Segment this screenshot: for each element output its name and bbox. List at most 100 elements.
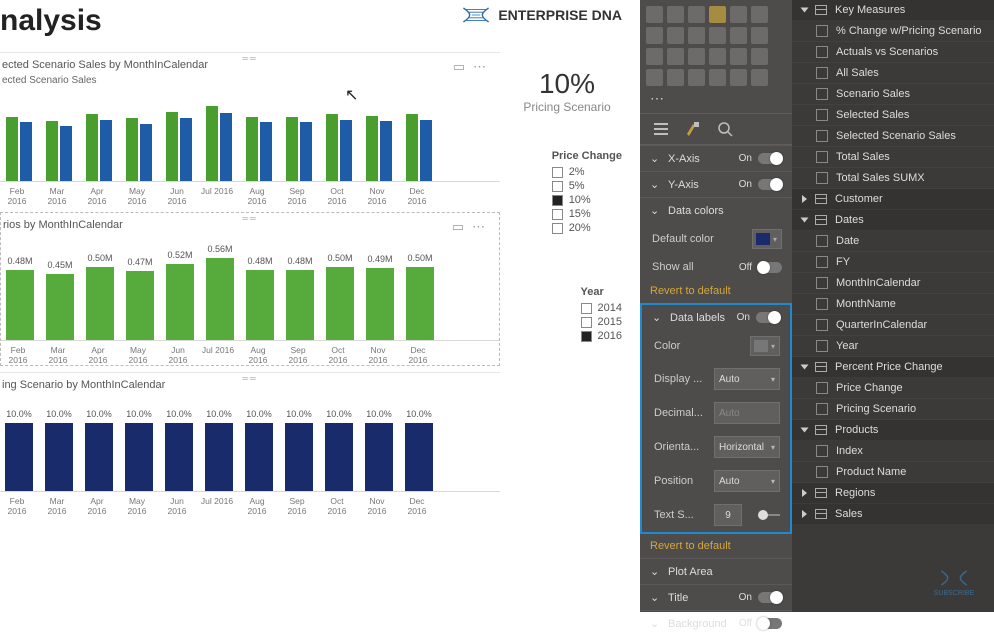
viz-type-stacked-column-icon[interactable]	[688, 6, 705, 23]
fields-table[interactable]: Dates	[792, 210, 994, 231]
viz-type-slicer-icon[interactable]	[667, 69, 684, 86]
viz-type-gauge-icon[interactable]	[709, 48, 726, 65]
field-item[interactable]: MonthInCalendar	[792, 273, 994, 294]
bar[interactable]: 10.0%	[242, 423, 276, 491]
section-x-axis[interactable]: ⌄X-Axis On	[640, 145, 792, 171]
bar[interactable]: 0.50M	[83, 267, 117, 340]
viz-type-table-icon[interactable]	[688, 69, 705, 86]
slicer-year[interactable]: Year 201420152016	[581, 286, 622, 344]
bar-group[interactable]	[202, 106, 236, 181]
bar-group[interactable]	[122, 118, 156, 181]
viz-type-filled-map-icon[interactable]	[667, 48, 684, 65]
viz-type-clustered-column-icon[interactable]	[709, 6, 726, 23]
bar[interactable]: 10.0%	[402, 423, 436, 491]
field-item[interactable]: Index	[792, 441, 994, 462]
bar[interactable]: 0.56M	[203, 258, 237, 340]
viz-type-waterfall-icon[interactable]	[667, 27, 684, 44]
viz-type-clustered-bar-icon[interactable]	[667, 6, 684, 23]
toggle-x-axis[interactable]	[758, 153, 782, 164]
bar[interactable]: 10.0%	[122, 423, 156, 491]
viz-type-funnel-icon[interactable]	[688, 48, 705, 65]
viz-type-ribbon-icon[interactable]	[646, 27, 663, 44]
section-plot-area[interactable]: ⌄Plot Area	[640, 558, 792, 584]
field-item[interactable]: Total Sales	[792, 147, 994, 168]
slicer-option[interactable]: 2015	[581, 316, 622, 328]
card-pricing-scenario[interactable]: 10% Pricing Scenario	[512, 68, 622, 114]
bar[interactable]: 0.50M	[403, 267, 437, 340]
viz-type-card-icon[interactable]	[730, 48, 747, 65]
viz-clustered-bar-1[interactable]: ══ ected Scenario Sales by MonthInCalend…	[0, 52, 500, 206]
section-y-axis[interactable]: ⌄Y-Axis On	[640, 171, 792, 197]
section-data-labels[interactable]: ⌄Data labels On	[642, 305, 790, 330]
bar[interactable]: 0.50M	[323, 267, 357, 340]
position-dropdown[interactable]: Auto▾	[714, 470, 780, 492]
field-item[interactable]: Pricing Scenario	[792, 399, 994, 420]
fields-tab-icon[interactable]	[652, 120, 670, 138]
viz-type-line-icon[interactable]	[730, 6, 747, 23]
viz-type-kpi-icon[interactable]	[646, 69, 663, 86]
viz-type-r-icon[interactable]	[730, 69, 747, 86]
viz-type-stacked-bar-icon[interactable]	[646, 6, 663, 23]
drag-handle[interactable]: ══	[232, 373, 268, 383]
field-item[interactable]: Selected Scenario Sales	[792, 126, 994, 147]
data-label-color-picker[interactable]: ▾	[750, 336, 780, 356]
text-size-input[interactable]	[714, 504, 742, 526]
slicer-option[interactable]: 5%	[552, 180, 622, 192]
slicer-price-change[interactable]: Price Change 2%5%10%15%20%	[552, 150, 622, 236]
bar-group[interactable]	[322, 114, 356, 181]
decimal-places-input[interactable]: Auto	[714, 402, 780, 424]
fields-table[interactable]: Key Measures	[792, 0, 994, 21]
revert-to-default-link[interactable]: Revert to default	[640, 279, 792, 303]
section-background[interactable]: ⌄Background Off	[640, 610, 792, 636]
bar[interactable]: 10.0%	[162, 423, 196, 491]
field-item[interactable]: FY	[792, 252, 994, 273]
toggle-y-axis[interactable]	[758, 179, 782, 190]
bar-group[interactable]	[162, 112, 196, 181]
field-item[interactable]: QuarterInCalendar	[792, 315, 994, 336]
bar[interactable]: 0.52M	[163, 264, 197, 340]
viz-bar-3[interactable]: ══ ing Scenario by MonthInCalendar 10.0%…	[0, 372, 500, 516]
field-item[interactable]: All Sales	[792, 63, 994, 84]
toggle-show-all[interactable]	[758, 262, 782, 273]
bar[interactable]: 10.0%	[42, 423, 76, 491]
fields-table[interactable]: Regions	[792, 483, 994, 504]
import-custom-visual-icon[interactable]: ⋯	[646, 90, 664, 107]
field-item[interactable]: Selected Sales	[792, 105, 994, 126]
viz-type-area-icon[interactable]	[751, 6, 768, 23]
bar[interactable]: 0.48M	[283, 270, 317, 340]
bar-group[interactable]	[362, 116, 396, 181]
analytics-tab-icon[interactable]	[716, 120, 734, 138]
bar[interactable]: 10.0%	[202, 423, 236, 491]
bar[interactable]: 0.48M	[243, 270, 277, 340]
toggle-background[interactable]	[758, 618, 782, 629]
bar[interactable]: 10.0%	[322, 423, 356, 491]
bar-group[interactable]	[2, 117, 36, 181]
field-item[interactable]: Actuals vs Scenarios	[792, 42, 994, 63]
fields-table[interactable]: Products	[792, 420, 994, 441]
default-color-picker[interactable]: ▾	[752, 229, 782, 249]
viz-type-matrix-icon[interactable]	[709, 69, 726, 86]
toggle-data-labels[interactable]	[756, 312, 780, 323]
field-item[interactable]: Year	[792, 336, 994, 357]
viz-type-scatter-icon[interactable]	[688, 27, 705, 44]
fields-table[interactable]: Customer	[792, 189, 994, 210]
bar-group[interactable]	[242, 117, 276, 181]
bar-group[interactable]	[402, 114, 436, 181]
field-item[interactable]: Price Change	[792, 378, 994, 399]
slicer-option[interactable]: 20%	[552, 222, 622, 234]
revert-to-default-link[interactable]: Revert to default	[640, 534, 792, 558]
more-options-icon[interactable]: ⋯	[473, 59, 486, 75]
field-item[interactable]: Total Sales SUMX	[792, 168, 994, 189]
fields-table[interactable]: Percent Price Change	[792, 357, 994, 378]
bar[interactable]: 0.49M	[363, 268, 397, 340]
bar-group[interactable]	[282, 117, 316, 181]
section-data-colors[interactable]: ⌄Data colors	[640, 197, 792, 223]
field-item[interactable]: Product Name	[792, 462, 994, 483]
slicer-option[interactable]: 2%	[552, 166, 622, 178]
drag-handle[interactable]: ══	[232, 53, 268, 63]
toggle-title[interactable]	[758, 592, 782, 603]
bar[interactable]: 0.48M	[3, 270, 37, 340]
viz-type-pie-icon[interactable]	[709, 27, 726, 44]
field-item[interactable]: % Change w/Pricing Scenario	[792, 21, 994, 42]
section-title[interactable]: ⌄Title On	[640, 584, 792, 610]
